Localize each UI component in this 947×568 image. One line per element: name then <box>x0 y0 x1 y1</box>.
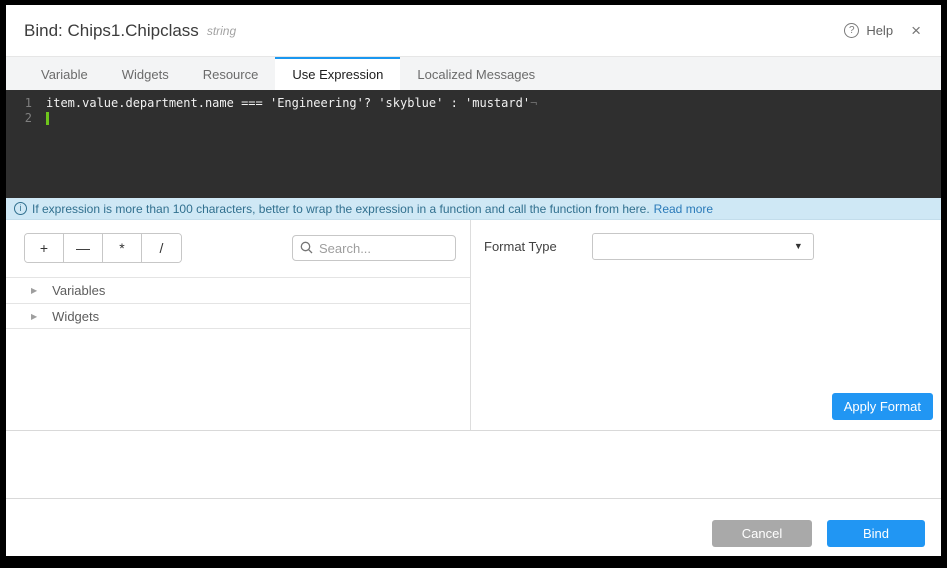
line-number-1: 1 <box>6 96 46 111</box>
backdrop: Bind: Chips1.Chipclass string ? Help × V… <box>0 0 947 568</box>
format-type-label: Format Type <box>484 239 557 254</box>
editor-line-2-content <box>46 111 49 126</box>
info-icon: i <box>14 202 27 215</box>
chevron-right-icon[interactable]: ▶ <box>31 286 37 295</box>
expression-code-editor[interactable]: 1 item.value.department.name === 'Engine… <box>6 90 941 198</box>
chevron-right-icon[interactable]: ▶ <box>31 312 37 321</box>
editor-line-2: 2 <box>6 111 941 126</box>
tools-row: + — * / <box>6 233 470 263</box>
tab-widgets[interactable]: Widgets <box>105 57 186 90</box>
search-input[interactable] <box>292 235 456 261</box>
tab-bar: Variable Widgets Resource Use Expression… <box>6 57 941 90</box>
editor-line-1: 1 item.value.department.name === 'Engine… <box>6 96 941 111</box>
operator-button-group: + — * / <box>24 233 182 263</box>
bind-dialog: Bind: Chips1.Chipclass string ? Help × V… <box>6 5 941 556</box>
binding-source-tree: ▶ Variables ▶ Widgets <box>6 277 470 329</box>
read-more-link[interactable]: Read more <box>654 202 713 216</box>
close-icon[interactable]: × <box>911 22 921 39</box>
dropdown-arrow-icon: ▼ <box>794 241 803 251</box>
minus-operator-button[interactable]: — <box>64 234 103 262</box>
plus-operator-button[interactable]: + <box>25 234 64 262</box>
tab-variable[interactable]: Variable <box>24 57 105 90</box>
search-box <box>292 235 456 261</box>
tab-localized-messages[interactable]: Localized Messages <box>400 57 552 90</box>
search-icon <box>300 241 313 259</box>
tree-item-label: Variables <box>52 283 105 298</box>
cancel-button[interactable]: Cancel <box>712 520 812 547</box>
left-panel: + — * / ▶ Variables <box>6 220 471 430</box>
eol-marker: ¬ <box>530 96 537 110</box>
empty-region <box>6 431 941 499</box>
divide-operator-button[interactable]: / <box>142 234 181 262</box>
tree-item-label: Widgets <box>52 309 99 324</box>
tab-use-expression[interactable]: Use Expression <box>275 57 400 90</box>
bind-button[interactable]: Bind <box>827 520 925 547</box>
content-panels: + — * / ▶ Variables <box>6 220 941 431</box>
format-type-row: Format Type ▼ <box>471 233 941 260</box>
apply-format-button[interactable]: Apply Format <box>832 393 933 420</box>
bound-property-type: string <box>207 24 236 38</box>
expression-info-banner: i If expression is more than 100 charact… <box>6 198 941 220</box>
format-type-select[interactable]: ▼ <box>592 233 814 260</box>
tree-item-variables[interactable]: ▶ Variables <box>6 277 470 303</box>
dialog-title: Bind: Chips1.Chipclass <box>24 21 199 41</box>
expression-code: item.value.department.name === 'Engineer… <box>46 96 537 111</box>
help-icon: ? <box>844 23 859 38</box>
help-button[interactable]: ? Help <box>844 23 893 38</box>
multiply-operator-button[interactable]: * <box>103 234 142 262</box>
text-cursor <box>46 112 49 125</box>
tree-item-widgets[interactable]: ▶ Widgets <box>6 303 470 329</box>
dialog-header: Bind: Chips1.Chipclass string ? Help × <box>6 5 941 57</box>
info-text: If expression is more than 100 character… <box>32 202 650 216</box>
dialog-footer: Cancel Bind <box>6 499 941 556</box>
header-actions: ? Help × <box>844 22 921 39</box>
tab-resource[interactable]: Resource <box>186 57 276 90</box>
help-label: Help <box>866 23 893 38</box>
line-number-2: 2 <box>6 111 46 126</box>
format-panel: Format Type ▼ Apply Format <box>471 220 941 430</box>
expression-text: item.value.department.name === 'Engineer… <box>46 96 530 110</box>
